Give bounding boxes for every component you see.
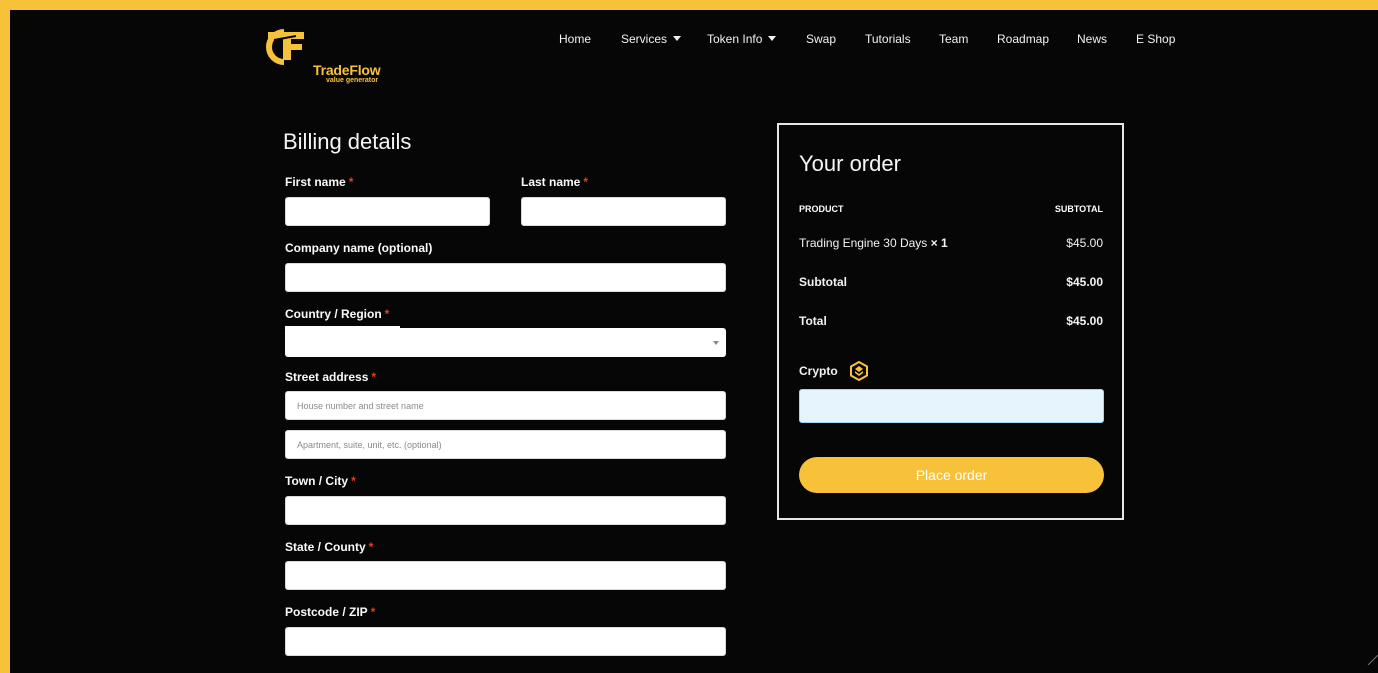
country-select[interactable] (285, 328, 726, 357)
brand-tagline: value generator (326, 77, 379, 84)
crypto-payment-field[interactable] (799, 389, 1104, 423)
first-name-field[interactable] (285, 197, 490, 226)
required-mark: * (384, 307, 390, 321)
place-order-button[interactable]: Place order (799, 457, 1104, 493)
brand-name: TradeFlow (313, 62, 381, 78)
country-label: Country / Region * (285, 307, 390, 321)
nav-item-swap[interactable]: Swap (806, 32, 836, 46)
company-field[interactable] (285, 263, 726, 292)
nav-item-tutorials[interactable]: Tutorials (865, 32, 911, 46)
company-label: Company name (optional) (285, 241, 433, 255)
payment-method-label[interactable]: Crypto (799, 364, 838, 378)
state-field[interactable] (285, 561, 726, 590)
postcode-field[interactable] (285, 627, 726, 656)
street-label: Street address * (285, 370, 377, 384)
nav-item-services[interactable]: Services (621, 32, 682, 46)
required-mark: * (348, 175, 354, 189)
chevron-down-icon (768, 36, 777, 41)
order-item: Trading Engine 30 Days × 1 (799, 236, 948, 250)
billing-title: Billing details (283, 129, 412, 154)
city-field[interactable] (285, 496, 726, 525)
tradeflow-logo-icon (266, 29, 304, 65)
required-mark: * (583, 175, 589, 189)
bnb-coin-icon (850, 361, 868, 381)
postcode-label: Postcode / ZIP * (285, 605, 376, 619)
order-title: Your order (799, 151, 901, 176)
required-mark: * (371, 370, 377, 384)
subtotal-label: Subtotal (799, 275, 847, 289)
order-item-qty: × 1 (930, 236, 948, 250)
last-name-field[interactable] (521, 197, 726, 226)
order-item-price: $45.00 (1066, 236, 1103, 250)
nav-item-team[interactable]: Team (939, 32, 968, 46)
chevron-down-icon (713, 341, 719, 345)
state-label: State / County * (285, 540, 374, 554)
product-column-header: PRODUCT (799, 204, 844, 214)
nav-item-token-info[interactable]: Token Info (707, 32, 777, 46)
required-mark: * (370, 605, 376, 619)
total-label: Total (799, 314, 827, 328)
nav-item-roadmap[interactable]: Roadmap (997, 32, 1049, 46)
last-name-label: Last name * (521, 175, 589, 189)
checkout-page: TradeFlow value generator Home Services … (10, 10, 1378, 673)
street-line2-field[interactable] (285, 430, 726, 459)
required-mark: * (351, 474, 356, 488)
total-value: $45.00 (1066, 314, 1103, 328)
subtotal-value: $45.00 (1066, 275, 1103, 289)
nav-item-eshop[interactable]: E Shop (1136, 32, 1175, 46)
order-item-name: Trading Engine 30 Days (799, 236, 928, 250)
city-label: Town / City * (285, 474, 356, 488)
brand-logo[interactable]: TradeFlow value generator (260, 26, 410, 84)
resize-corner-icon (1367, 654, 1378, 665)
subtotal-column-header: SUBTOTAL (1054, 204, 1103, 214)
street-line1-field[interactable] (285, 391, 726, 420)
nav-item-home[interactable]: Home (559, 32, 591, 46)
first-name-label: First name * (285, 175, 354, 189)
required-mark: * (368, 540, 374, 554)
chevron-down-icon (673, 36, 682, 41)
nav-item-news[interactable]: News (1077, 32, 1107, 46)
